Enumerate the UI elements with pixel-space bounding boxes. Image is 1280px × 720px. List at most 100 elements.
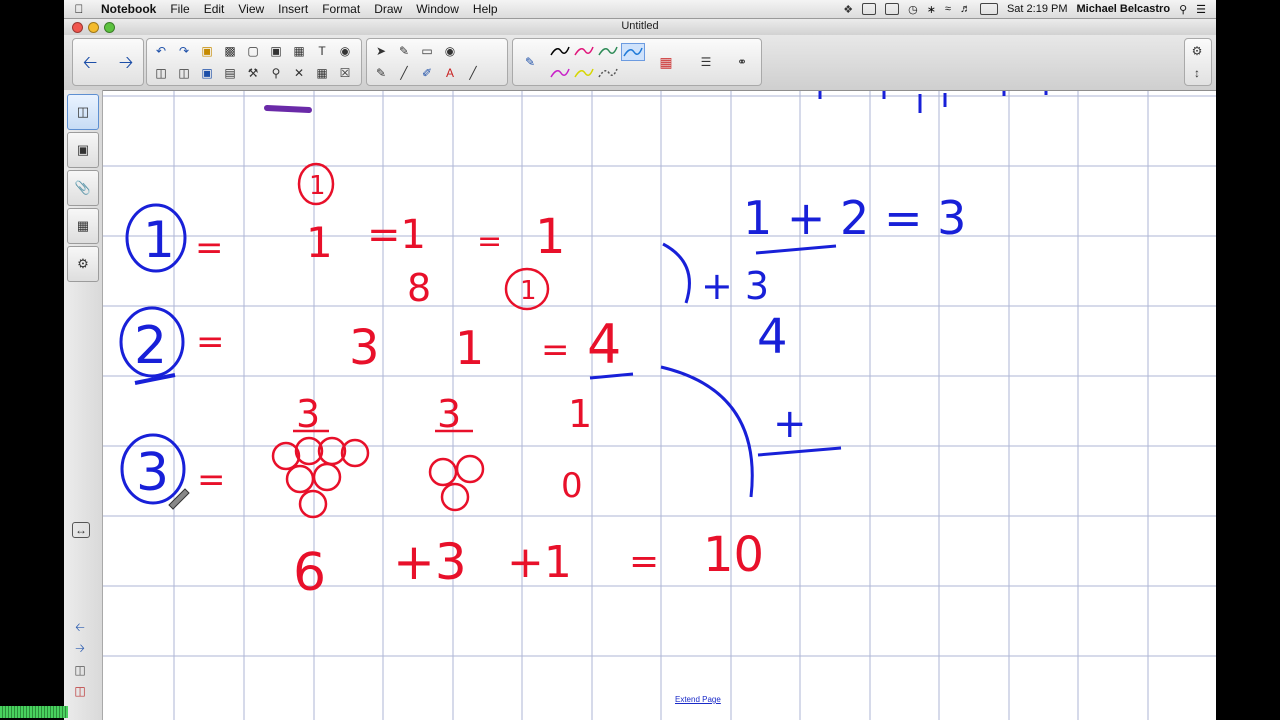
apple-icon[interactable]:  (64, 2, 94, 16)
pen-color-blue[interactable] (621, 43, 645, 61)
tools-icon[interactable]: ⚒ (244, 64, 262, 82)
delete-icon[interactable]: ✕ (290, 64, 308, 82)
next-page-icon[interactable]: 🡢 (72, 641, 88, 655)
row-2-term-d: 4 (587, 313, 621, 376)
tab-page-sorter[interactable]: ◫ (67, 94, 99, 130)
sort-arrows-icon[interactable]: ↕ (1188, 64, 1206, 82)
tab-attachments[interactable]: 📎 (67, 170, 99, 206)
line-icon[interactable]: ╱ (395, 64, 413, 82)
pen-color-green[interactable] (597, 43, 619, 59)
delete-page-icon[interactable]: ◫ (175, 64, 193, 82)
back-arrow-icon[interactable]: 🡠 (81, 53, 99, 71)
screen-shade-icon[interactable]: ▢ (244, 42, 262, 60)
whiteboard-canvas[interactable]: 1 1 = 1 =1 = 1 8 1 + 3 1 + 2 = 3 2 = 3 1… (103, 91, 1216, 720)
previous-page-icon[interactable]: 🡠 (72, 620, 88, 634)
row-3-circle-cluster-b (428, 454, 485, 512)
sidebar: ◫ ▣ 📎 ▦ ⚙ ↔ 🡠 🡢 ◫ ◫ (64, 90, 103, 720)
pen-icon[interactable]: ✎ (395, 42, 413, 60)
pen-color-black[interactable] (549, 43, 571, 59)
volume-icon[interactable]: ♬ (960, 3, 971, 15)
menu-view[interactable]: View (231, 2, 271, 16)
blue-note-four: 4 (757, 309, 788, 365)
window-title: Untitled (621, 20, 659, 32)
gallery-icon: ▣ (76, 142, 90, 157)
grid (103, 91, 1216, 720)
creative-pen-icon[interactable]: ✐ (418, 64, 436, 82)
toolbar-file-group: ↶ ↷ ▣ ▩ ▢ ▣ ▦ T ◉ ◫ ◫ ▣ ▤ ⚒ ⚲ ✕ ▦ ☒ (146, 38, 362, 86)
total-term-3: +1 (507, 537, 572, 588)
notification-center-icon[interactable]: ☰ (1196, 3, 1206, 16)
ink-layer: 1 1 = 1 =1 = 1 8 1 + 3 1 + 2 = 3 2 = 3 1… (103, 91, 1216, 720)
close-page-icon[interactable]: ☒ (336, 64, 354, 82)
notebook-screen:  Notebook File Edit View Insert Format … (64, 0, 1216, 720)
window-title-bar: Untitled (64, 19, 1216, 35)
pen-color-magenta[interactable] (549, 65, 571, 81)
open-icon[interactable]: ▣ (198, 42, 216, 60)
link-icon[interactable]: ⚭ (733, 53, 751, 71)
add-page-icon[interactable]: ◫ (72, 663, 88, 677)
text-color-icon[interactable]: A (441, 64, 459, 82)
menu-insert[interactable]: Insert (271, 2, 315, 16)
settings-gear-icon[interactable]: ⚙ (1188, 42, 1206, 60)
row-1-bracket (662, 242, 691, 304)
menu-file[interactable]: File (163, 2, 196, 16)
tab-addons[interactable]: ⚙ (67, 246, 99, 282)
line-tool-icon[interactable]: ╱ (464, 64, 482, 82)
row-2-bracket (660, 365, 754, 498)
undo-icon[interactable]: ↶ (152, 42, 170, 60)
mirror-icon[interactable] (862, 3, 877, 15)
purple-mark (264, 105, 312, 113)
select-arrow-icon[interactable]: ➤ (372, 42, 390, 60)
delete-page-sidebar-icon[interactable]: ◫ (72, 684, 88, 698)
time-machine-icon[interactable]: ◷ (908, 3, 918, 16)
menu-draw[interactable]: Draw (367, 2, 409, 16)
wifi-icon[interactable]: ≈ (945, 3, 951, 15)
globe-icon[interactable]: ◉ (336, 42, 354, 60)
row-2-term-b: 1 (455, 321, 484, 375)
eraser-icon[interactable]: ▭ (418, 42, 436, 60)
pen-color-yellow[interactable] (573, 65, 595, 81)
header-circled-digit: 1 (309, 171, 326, 201)
forward-arrow-icon[interactable]: 🡢 (117, 53, 135, 71)
row-1-term-a: 1 (306, 218, 333, 267)
spotlight-search-icon[interactable]: ⚲ (1179, 3, 1187, 16)
redo-icon[interactable]: ↷ (175, 42, 193, 60)
row-3-equals: = (197, 460, 226, 500)
line-properties-icon[interactable]: ☰ (697, 53, 715, 71)
battery-icon[interactable] (979, 3, 998, 15)
magic-pen-icon[interactable]: ✎ (372, 64, 390, 82)
tab-properties[interactable]: ▦ (67, 208, 99, 244)
table-icon[interactable]: ▦ (313, 64, 331, 82)
menu-window[interactable]: Window (409, 2, 466, 16)
menu-format[interactable]: Format (315, 2, 367, 16)
total-equals: = (629, 541, 659, 582)
menu-help[interactable]: Help (466, 2, 505, 16)
row-2-term-a: 3 (349, 320, 380, 376)
user-name[interactable]: Michael Belcastro (1077, 3, 1171, 15)
pen-color-gray-dashed[interactable] (597, 65, 619, 81)
fill-icon[interactable]: ◉ (441, 42, 459, 60)
print-icon[interactable]: ▤ (221, 64, 239, 82)
attachments-icon: 📎 (74, 180, 92, 195)
menu-edit[interactable]: Edit (197, 2, 232, 16)
color-palette-icon[interactable]: ▦ (657, 53, 675, 71)
bluetooth-icon[interactable]: ∗ (927, 3, 936, 16)
row-2-equals: = (196, 322, 225, 362)
pen-style-icon[interactable]: ✎ (521, 53, 539, 71)
screen-capture-icon[interactable]: ▣ (267, 42, 285, 60)
menu-app[interactable]: Notebook (94, 2, 163, 16)
new-page-icon[interactable]: ◫ (152, 64, 170, 82)
doc-camera-icon[interactable]: ▦ (290, 42, 308, 60)
paste-icon[interactable]: ▩ (221, 42, 239, 60)
tab-gallery[interactable]: ▣ (67, 132, 99, 168)
clock[interactable]: Sat 2:19 PM (1007, 3, 1068, 15)
blue-note-sum: 1 + 2 = 3 (743, 191, 966, 245)
extend-page-link[interactable]: Extend Page (675, 695, 721, 704)
screen-icon[interactable] (885, 3, 900, 15)
save-icon[interactable]: ▣ (198, 64, 216, 82)
zoom-icon[interactable]: ⚲ (267, 64, 285, 82)
dropbox-icon[interactable]: ❖ (843, 3, 853, 16)
sidebar-resize-icon[interactable]: ↔ (72, 522, 90, 538)
text-tool-icon[interactable]: T (313, 42, 331, 60)
pen-color-pink[interactable] (573, 43, 595, 59)
